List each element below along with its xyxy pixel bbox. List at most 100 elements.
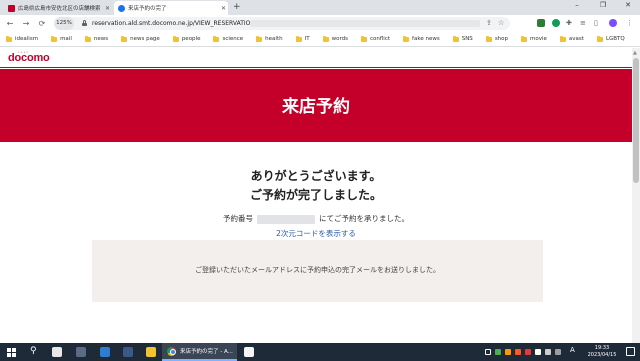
folder-icon [452,35,459,42]
mail-notice-box: ご登録いただいたメールアドレスに予約申込の完了メールをお送りしました。 [92,240,543,302]
url-text[interactable]: reservation.ald.smt.docomo.ne.jp/VIEW_RE… [92,17,257,30]
bookmark-label: words [331,36,348,42]
bookmark-folder[interactable]: people [172,35,200,42]
folder-icon [84,35,91,42]
bookmark-label: LGBTQ [605,36,625,42]
restore-button[interactable]: ❐ [596,1,610,9]
completion-message: ありがとうございます。 ご予約が完了しました。 [0,167,632,205]
green-extension-icon[interactable] [552,19,560,27]
bookmark-folder[interactable]: movie [521,35,547,42]
menu-icon[interactable]: ⋮ [626,18,633,28]
globe-favicon-icon [118,4,125,12]
calendar-app-icon[interactable] [244,347,254,357]
page-scrollbar[interactable]: ▲ [632,48,640,343]
folder-icon [559,35,566,42]
browser-toolbar: ← → ⟳ 125% reservation.ald.smt.docomo.ne… [0,15,640,32]
taskbar-chrome-window[interactable]: 来店予約の完了 - A... [162,343,237,361]
docomo-logo[interactable]: docomo [8,52,50,64]
tab-reservation-complete[interactable]: 来店予約の完了 ✕ [114,1,228,15]
reservation-number-label: 予約番号 [223,214,253,223]
ime-indicator[interactable]: A [570,346,575,354]
chrome-icon [167,346,176,356]
share-icon[interactable]: ⇪ [486,17,492,30]
system-clock[interactable]: 19:33 2023/04/15 [582,345,622,359]
back-button[interactable]: ← [4,18,16,29]
tray-overflow-icon[interactable] [485,349,491,355]
reservation-number-redacted [257,214,315,224]
bookmark-folder[interactable]: avast [559,35,584,42]
volume-icon[interactable] [545,349,551,355]
bookmark-folder[interactable]: fake news [403,35,440,42]
profile-icon[interactable] [609,19,617,27]
bookmark-folder[interactable]: IT [295,35,310,42]
close-window-button[interactable]: ✕ [621,1,635,9]
puzzle-extensions-icon[interactable]: ✚ [566,18,572,28]
qr-code-link[interactable]: 2次元コードを表示する [0,228,632,239]
scroll-thumb[interactable] [633,58,639,183]
bookmark-label: mail [60,36,72,42]
bookmarks-bar: idealism mail news news page people science he… [0,32,640,47]
bookmark-label: news page [130,36,160,42]
notification-icon[interactable] [626,347,635,356]
zoom-indicator[interactable]: 125% [54,17,74,30]
tab-store-search[interactable]: 広島県広島市安佐北区の店舗検索 ✕ [4,1,112,15]
bookmark-folder[interactable]: mail [51,35,72,42]
complete-line: ご予約が完了しました。 [249,188,382,202]
tray-app-icon[interactable] [525,349,531,355]
tab-close-icon[interactable]: ✕ [103,5,112,12]
bookmark-folder[interactable]: shop [485,35,509,42]
tab-label: 来店予約の完了 [128,6,167,12]
bookmark-label: SNS [461,36,473,42]
bookmark-star-icon[interactable]: ☆ [498,17,504,30]
tray-app-icon[interactable] [505,349,511,355]
minimize-button[interactable]: – [570,1,584,9]
bookmark-label: conflict [369,36,391,42]
forward-button[interactable]: → [20,18,32,29]
reading-list-icon[interactable]: ≡ [580,18,586,28]
windows-start-icon[interactable] [7,348,16,357]
tab-close-icon[interactable]: ✕ [219,5,228,12]
tab-label: 広島県広島市安佐北区の店舗検索 [18,6,101,12]
scroll-up-icon[interactable]: ▲ [633,50,637,56]
bookmark-folder[interactable]: SNS [452,35,473,42]
tab-strip: 広島県広島市安佐北区の店舗検索 ✕ 来店予約の完了 ✕ + – ❐ ✕ [0,0,640,15]
folder-icon [213,35,220,42]
folder-icon [360,35,367,42]
address-bar[interactable]: 125% reservation.ald.smt.docomo.ne.jp/VI… [54,17,510,30]
search-icon[interactable]: ⚲ [30,346,37,356]
bookmark-label: idealism [15,36,39,42]
folder-icon [6,35,12,42]
bookmark-folder[interactable]: LGBTQ [596,35,625,42]
page-title: 来店予約 [282,97,350,117]
thanks-line: ありがとうございます。 [250,169,382,183]
lock-icon[interactable] [82,20,87,26]
bookmark-label: shop [494,36,509,42]
bookmark-folder[interactable]: idealism [6,35,39,42]
clock-time: 19:33 [594,345,610,351]
bookmark-folder[interactable]: words [322,35,348,42]
folder-icon [521,35,528,42]
battery-icon[interactable] [555,349,561,355]
tray-app-icon[interactable] [515,349,521,355]
task-view-icon[interactable] [52,347,62,357]
file-explorer-icon[interactable] [146,347,156,357]
tray-app-icon[interactable] [495,349,501,355]
bookmark-label: science [222,36,244,42]
bookmark-folder[interactable]: news [84,35,108,42]
reservation-number-row: 予約番号 にてご予約を承りました。 [0,213,632,224]
folder-icon [172,35,179,42]
shield-extension-icon[interactable] [537,19,545,27]
folder-icon [403,35,410,42]
new-tab-button[interactable]: + [233,2,241,12]
app-pinned-icon[interactable] [100,347,110,357]
bookmark-folder[interactable]: news page [121,35,160,42]
bookmark-folder[interactable]: conflict [360,35,391,42]
bookmark-label: fake news [412,36,440,42]
sidebar-icon[interactable]: ▯ [594,18,598,28]
bookmark-folder[interactable]: health [256,35,283,42]
app-pinned-icon[interactable] [123,347,133,357]
reload-button[interactable]: ⟳ [36,18,48,29]
app-pinned-icon[interactable] [76,347,86,357]
bookmark-folder[interactable]: science [213,35,244,42]
network-icon[interactable] [535,349,541,355]
